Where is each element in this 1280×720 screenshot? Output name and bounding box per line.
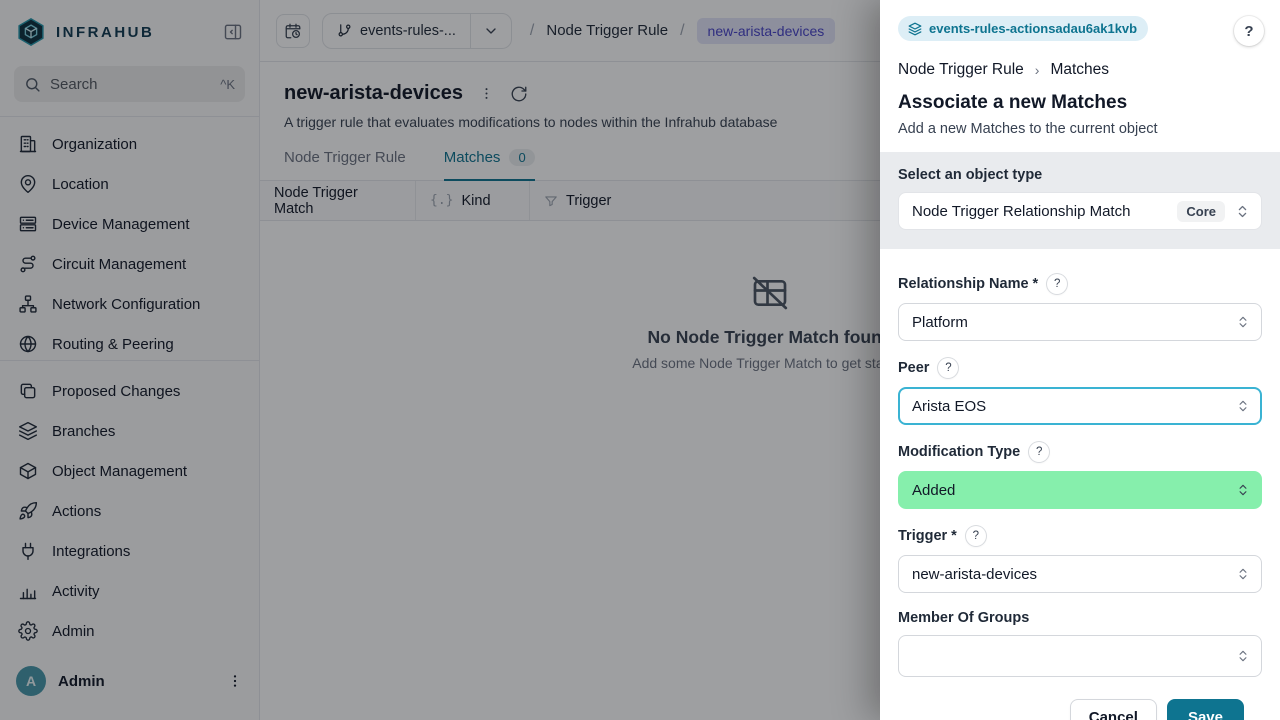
field-relationship-name: Relationship Name * ? Platform	[898, 274, 1262, 341]
drawer-subtitle: Add a new Matches to the current object	[898, 121, 1264, 137]
relationship-name-select[interactable]: Platform	[898, 303, 1262, 341]
core-badge: Core	[1177, 201, 1225, 222]
help-icon[interactable]: ?	[1029, 442, 1049, 462]
help-icon[interactable]: ?	[1047, 274, 1067, 294]
field-label: Peer	[898, 360, 929, 376]
modification-type-select[interactable]: Added	[898, 471, 1262, 509]
save-button[interactable]: Save	[1167, 699, 1244, 720]
chevrons-up-down-icon	[1236, 315, 1250, 329]
field-peer: Peer ? Arista EOS	[898, 358, 1262, 425]
associate-matches-drawer: events-rules-actionsadau6ak1kvb ? Node T…	[880, 0, 1280, 720]
branch-badge[interactable]: events-rules-actionsadau6ak1kvb	[898, 16, 1148, 41]
drawer-actions: Cancel Save	[898, 677, 1262, 720]
drawer-title: Associate a new Matches	[898, 92, 1264, 114]
chevrons-up-down-icon	[1235, 204, 1250, 219]
field-member-of-groups: Member Of Groups	[898, 610, 1262, 677]
chevrons-up-down-icon	[1236, 649, 1250, 663]
help-button[interactable]: ?	[1234, 16, 1264, 46]
chevrons-up-down-icon	[1236, 483, 1250, 497]
drawer-form: Relationship Name * ? Platform Peer ? Ar…	[880, 249, 1280, 720]
breadcrumb-chevron: ›	[1035, 62, 1040, 78]
object-type-section: Select an object type Node Trigger Relat…	[880, 152, 1280, 249]
drawer-breadcrumb-parent[interactable]: Node Trigger Rule	[898, 61, 1024, 79]
chevrons-up-down-icon	[1236, 399, 1250, 413]
field-label: Relationship Name *	[898, 276, 1038, 292]
field-modification-type: Modification Type ? Added	[898, 442, 1262, 509]
field-label: Member Of Groups	[898, 610, 1029, 626]
drawer-breadcrumb: Node Trigger Rule › Matches	[898, 61, 1264, 79]
object-type-label: Select an object type	[898, 167, 1262, 183]
layers-icon	[908, 22, 922, 36]
object-type-select[interactable]: Node Trigger Relationship Match Core	[898, 192, 1262, 230]
trigger-select[interactable]: new-arista-devices	[898, 555, 1262, 593]
peer-select[interactable]: Arista EOS	[898, 387, 1262, 425]
field-label: Trigger *	[898, 528, 957, 544]
help-icon[interactable]: ?	[966, 526, 986, 546]
help-icon[interactable]: ?	[938, 358, 958, 378]
chevrons-up-down-icon	[1236, 567, 1250, 581]
drawer-breadcrumb-current[interactable]: Matches	[1050, 61, 1109, 79]
member-of-groups-select[interactable]	[898, 635, 1262, 677]
field-trigger: Trigger * ? new-arista-devices	[898, 526, 1262, 593]
field-label: Modification Type	[898, 444, 1020, 460]
cancel-button[interactable]: Cancel	[1070, 699, 1157, 720]
